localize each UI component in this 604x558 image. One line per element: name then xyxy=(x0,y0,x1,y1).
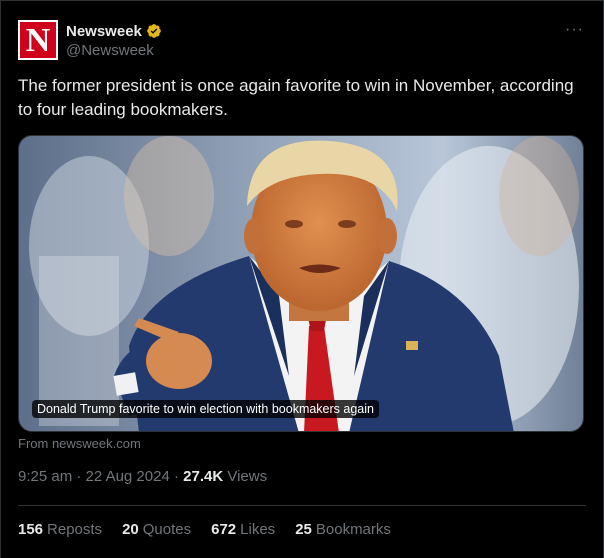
likes-label: Likes xyxy=(240,521,276,538)
divider xyxy=(18,505,586,506)
bookmarks-label: Bookmarks xyxy=(315,521,391,538)
tweet-time[interactable]: 9:25 am xyxy=(18,468,72,485)
newsweek-logo-letter: N xyxy=(25,22,51,59)
tweet-header: N Newsweek @Newsweek ··· xyxy=(18,18,586,62)
engagement-stats: 156 Reposts 20 Quotes 672 Likes 25 Bookmarks xyxy=(18,521,391,538)
reposts-count: 156 xyxy=(18,521,44,538)
likes-stat[interactable]: 672 Likes xyxy=(211,521,275,538)
link-card[interactable]: Donald Trump favorite to win election wi… xyxy=(18,135,584,432)
separator-dot: · xyxy=(173,468,184,485)
quotes-label: Quotes xyxy=(142,521,192,538)
card-source[interactable]: From newsweek.com xyxy=(18,436,141,451)
tweet-text: The former president is once again favor… xyxy=(18,76,574,119)
tweet-date[interactable]: 22 Aug 2024 xyxy=(86,468,170,485)
avatar[interactable]: N xyxy=(18,20,58,60)
more-horizontal-icon[interactable]: ··· xyxy=(565,22,584,38)
reposts-stat[interactable]: 156 Reposts xyxy=(18,521,102,538)
separator-dot: · xyxy=(76,468,86,485)
tweet-meta: 9:25 am · 22 Aug 2024 · 27.4K Views xyxy=(18,468,267,485)
verified-badge-icon xyxy=(147,24,161,38)
display-name[interactable]: Newsweek xyxy=(66,23,142,40)
display-name-row[interactable]: Newsweek xyxy=(66,21,162,41)
handle[interactable]: @Newsweek xyxy=(66,42,162,59)
quotes-stat[interactable]: 20 Quotes xyxy=(122,521,191,538)
bookmarks-stat[interactable]: 25 Bookmarks xyxy=(295,521,391,538)
views-label: Views xyxy=(227,468,268,485)
bookmarks-count: 25 xyxy=(295,521,312,538)
card-caption: Donald Trump favorite to win election wi… xyxy=(32,400,379,418)
author-names: Newsweek @Newsweek xyxy=(66,21,162,59)
quotes-count: 20 xyxy=(122,521,139,538)
trump-pointing-photo xyxy=(19,136,583,431)
likes-count: 672 xyxy=(211,521,237,538)
views-count: 27.4K xyxy=(183,468,224,485)
reposts-label: Reposts xyxy=(47,521,103,538)
